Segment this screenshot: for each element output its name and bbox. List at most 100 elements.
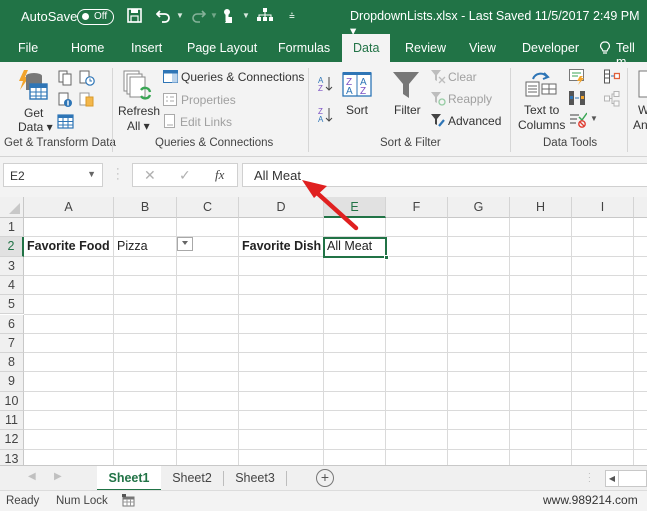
- cell-b2[interactable]: Pizza: [114, 237, 148, 256]
- edit-links-button[interactable]: Edit Links: [180, 115, 232, 129]
- cell-d2[interactable]: Favorite Dish: [239, 237, 321, 256]
- formula-input[interactable]: All Meat: [242, 163, 647, 187]
- sort-a-to-z-icon[interactable]: AZ: [318, 75, 334, 96]
- scrollbar-resize-handle[interactable]: · · ·: [588, 470, 591, 486]
- column-header-d[interactable]: D: [239, 197, 324, 218]
- advanced-button[interactable]: Advanced: [448, 114, 501, 128]
- tab-insert[interactable]: Insert: [131, 41, 162, 55]
- workflow-icon[interactable]: [257, 8, 273, 26]
- row-header-11[interactable]: 11: [0, 411, 24, 431]
- fill-handle[interactable]: [384, 255, 389, 260]
- sheet-tab-sheet1[interactable]: Sheet1: [97, 466, 161, 491]
- tell-me-lightbulb-icon[interactable]: [600, 41, 610, 56]
- column-header-a[interactable]: A: [24, 197, 114, 218]
- relationships-icon[interactable]: [604, 91, 620, 110]
- column-header-i[interactable]: I: [572, 197, 634, 218]
- scroll-sheets-right-icon[interactable]: ▶: [54, 471, 62, 482]
- row-header-1[interactable]: 1: [0, 218, 24, 238]
- advanced-filter-icon[interactable]: [431, 114, 446, 131]
- row-header-8[interactable]: 8: [0, 353, 24, 373]
- sheet-tab-sheet3[interactable]: Sheet3: [224, 466, 286, 491]
- tab-home[interactable]: Home: [71, 41, 104, 55]
- filter-icon[interactable]: [392, 71, 420, 102]
- queries-connections-button[interactable]: Queries & Connections: [181, 70, 304, 84]
- tab-review[interactable]: Review: [405, 41, 446, 55]
- row-header-7[interactable]: 7: [0, 333, 24, 354]
- properties-icon[interactable]: [163, 93, 177, 109]
- tab-formulas[interactable]: Formulas: [278, 41, 330, 55]
- text-to-columns-icon[interactable]: [525, 70, 557, 101]
- column-header-c[interactable]: C: [177, 197, 239, 218]
- tab-file[interactable]: File: [18, 41, 38, 55]
- refresh-all-label-2[interactable]: All ▾: [127, 119, 150, 133]
- row-header-10[interactable]: 10: [0, 391, 24, 411]
- insert-function-icon[interactable]: fx: [215, 167, 224, 183]
- flash-fill-icon[interactable]: [569, 69, 585, 88]
- row-header-2[interactable]: 2: [0, 237, 24, 257]
- tab-view[interactable]: View: [469, 41, 496, 55]
- cancel-icon[interactable]: ✕: [144, 167, 156, 184]
- refresh-all-icon[interactable]: [122, 70, 152, 107]
- what-if-analysis-icon[interactable]: [638, 70, 647, 101]
- redo-dropdown-icon[interactable]: ▼: [210, 11, 218, 20]
- row-header-4[interactable]: 4: [0, 275, 24, 296]
- formula-bar-resize-handle[interactable]: · · ·: [116, 164, 120, 185]
- column-header-e[interactable]: E: [324, 197, 386, 218]
- reapply-icon[interactable]: [431, 92, 446, 109]
- customize-qat-icon[interactable]: ⩮: [289, 11, 295, 22]
- touch-mode-icon[interactable]: [221, 8, 235, 29]
- queries-connections-icon[interactable]: [163, 70, 178, 86]
- reapply-button[interactable]: Reapply: [448, 92, 492, 106]
- autosave-toggle[interactable]: Off: [77, 9, 114, 25]
- get-data-label-2[interactable]: Data ▾: [18, 120, 53, 134]
- from-range-table-icon[interactable]: [57, 114, 74, 132]
- get-data-icon[interactable]: [18, 70, 48, 107]
- redo-icon[interactable]: [191, 8, 207, 27]
- tab-data[interactable]: Data: [342, 34, 391, 62]
- column-header-h[interactable]: H: [510, 197, 572, 218]
- select-all-button[interactable]: [0, 197, 24, 218]
- data-validation-icon[interactable]: [569, 112, 588, 131]
- tab-page-layout[interactable]: Page Layout: [187, 41, 257, 55]
- row-header-13[interactable]: 13: [0, 449, 24, 465]
- text-to-columns-label-1[interactable]: Text to: [524, 103, 559, 117]
- text-to-columns-label-2[interactable]: Columns: [518, 118, 565, 132]
- from-table-icon[interactable]: [79, 92, 95, 111]
- horizontal-scrollbar[interactable]: ◀: [605, 470, 647, 487]
- row-header-9[interactable]: 9: [0, 372, 24, 392]
- clear-filter-icon[interactable]: [431, 70, 446, 87]
- column-header-b[interactable]: B: [114, 197, 177, 218]
- row-header-3[interactable]: 3: [0, 256, 24, 276]
- edit-links-icon[interactable]: [164, 114, 177, 132]
- recent-sources-icon[interactable]: [79, 70, 95, 89]
- properties-button[interactable]: Properties: [181, 93, 236, 107]
- row-header-12[interactable]: 12: [0, 430, 24, 450]
- undo-dropdown-icon[interactable]: ▼: [176, 11, 184, 20]
- sort-z-to-a-icon[interactable]: ZA: [318, 106, 334, 127]
- scroll-left-icon[interactable]: ◀: [606, 471, 619, 486]
- row-header-5[interactable]: 5: [0, 295, 24, 315]
- add-sheet-icon[interactable]: +: [316, 469, 334, 487]
- column-header-f[interactable]: F: [386, 197, 448, 218]
- from-text-icon[interactable]: [58, 70, 72, 89]
- filter-button[interactable]: Filter: [394, 103, 421, 117]
- column-header-j[interactable]: [634, 197, 647, 218]
- cell-a2[interactable]: Favorite Food: [24, 237, 110, 256]
- name-box[interactable]: E2 ▼: [3, 163, 103, 187]
- get-data-label-1[interactable]: Get: [24, 106, 43, 120]
- sort-icon[interactable]: ZAAZ: [342, 71, 372, 100]
- remove-duplicates-icon[interactable]: [569, 90, 585, 109]
- what-if-analysis-label-2[interactable]: An: [633, 118, 647, 132]
- data-validation-dropdown-icon[interactable]: ▼: [590, 114, 598, 123]
- sort-button[interactable]: Sort: [346, 103, 368, 117]
- touch-mode-dropdown-icon[interactable]: ▼: [242, 11, 250, 20]
- cell-dropdown-button[interactable]: [177, 237, 193, 251]
- what-if-analysis-label-1[interactable]: W: [638, 103, 647, 117]
- tab-developer[interactable]: Developer: [522, 41, 579, 55]
- name-box-dropdown-icon[interactable]: ▼: [87, 169, 96, 179]
- row-header-6[interactable]: 6: [0, 314, 24, 334]
- enter-icon[interactable]: ✓: [179, 167, 191, 184]
- column-header-g[interactable]: G: [448, 197, 510, 218]
- refresh-all-label-1[interactable]: Refresh: [118, 104, 160, 118]
- clear-button[interactable]: Clear: [448, 70, 477, 84]
